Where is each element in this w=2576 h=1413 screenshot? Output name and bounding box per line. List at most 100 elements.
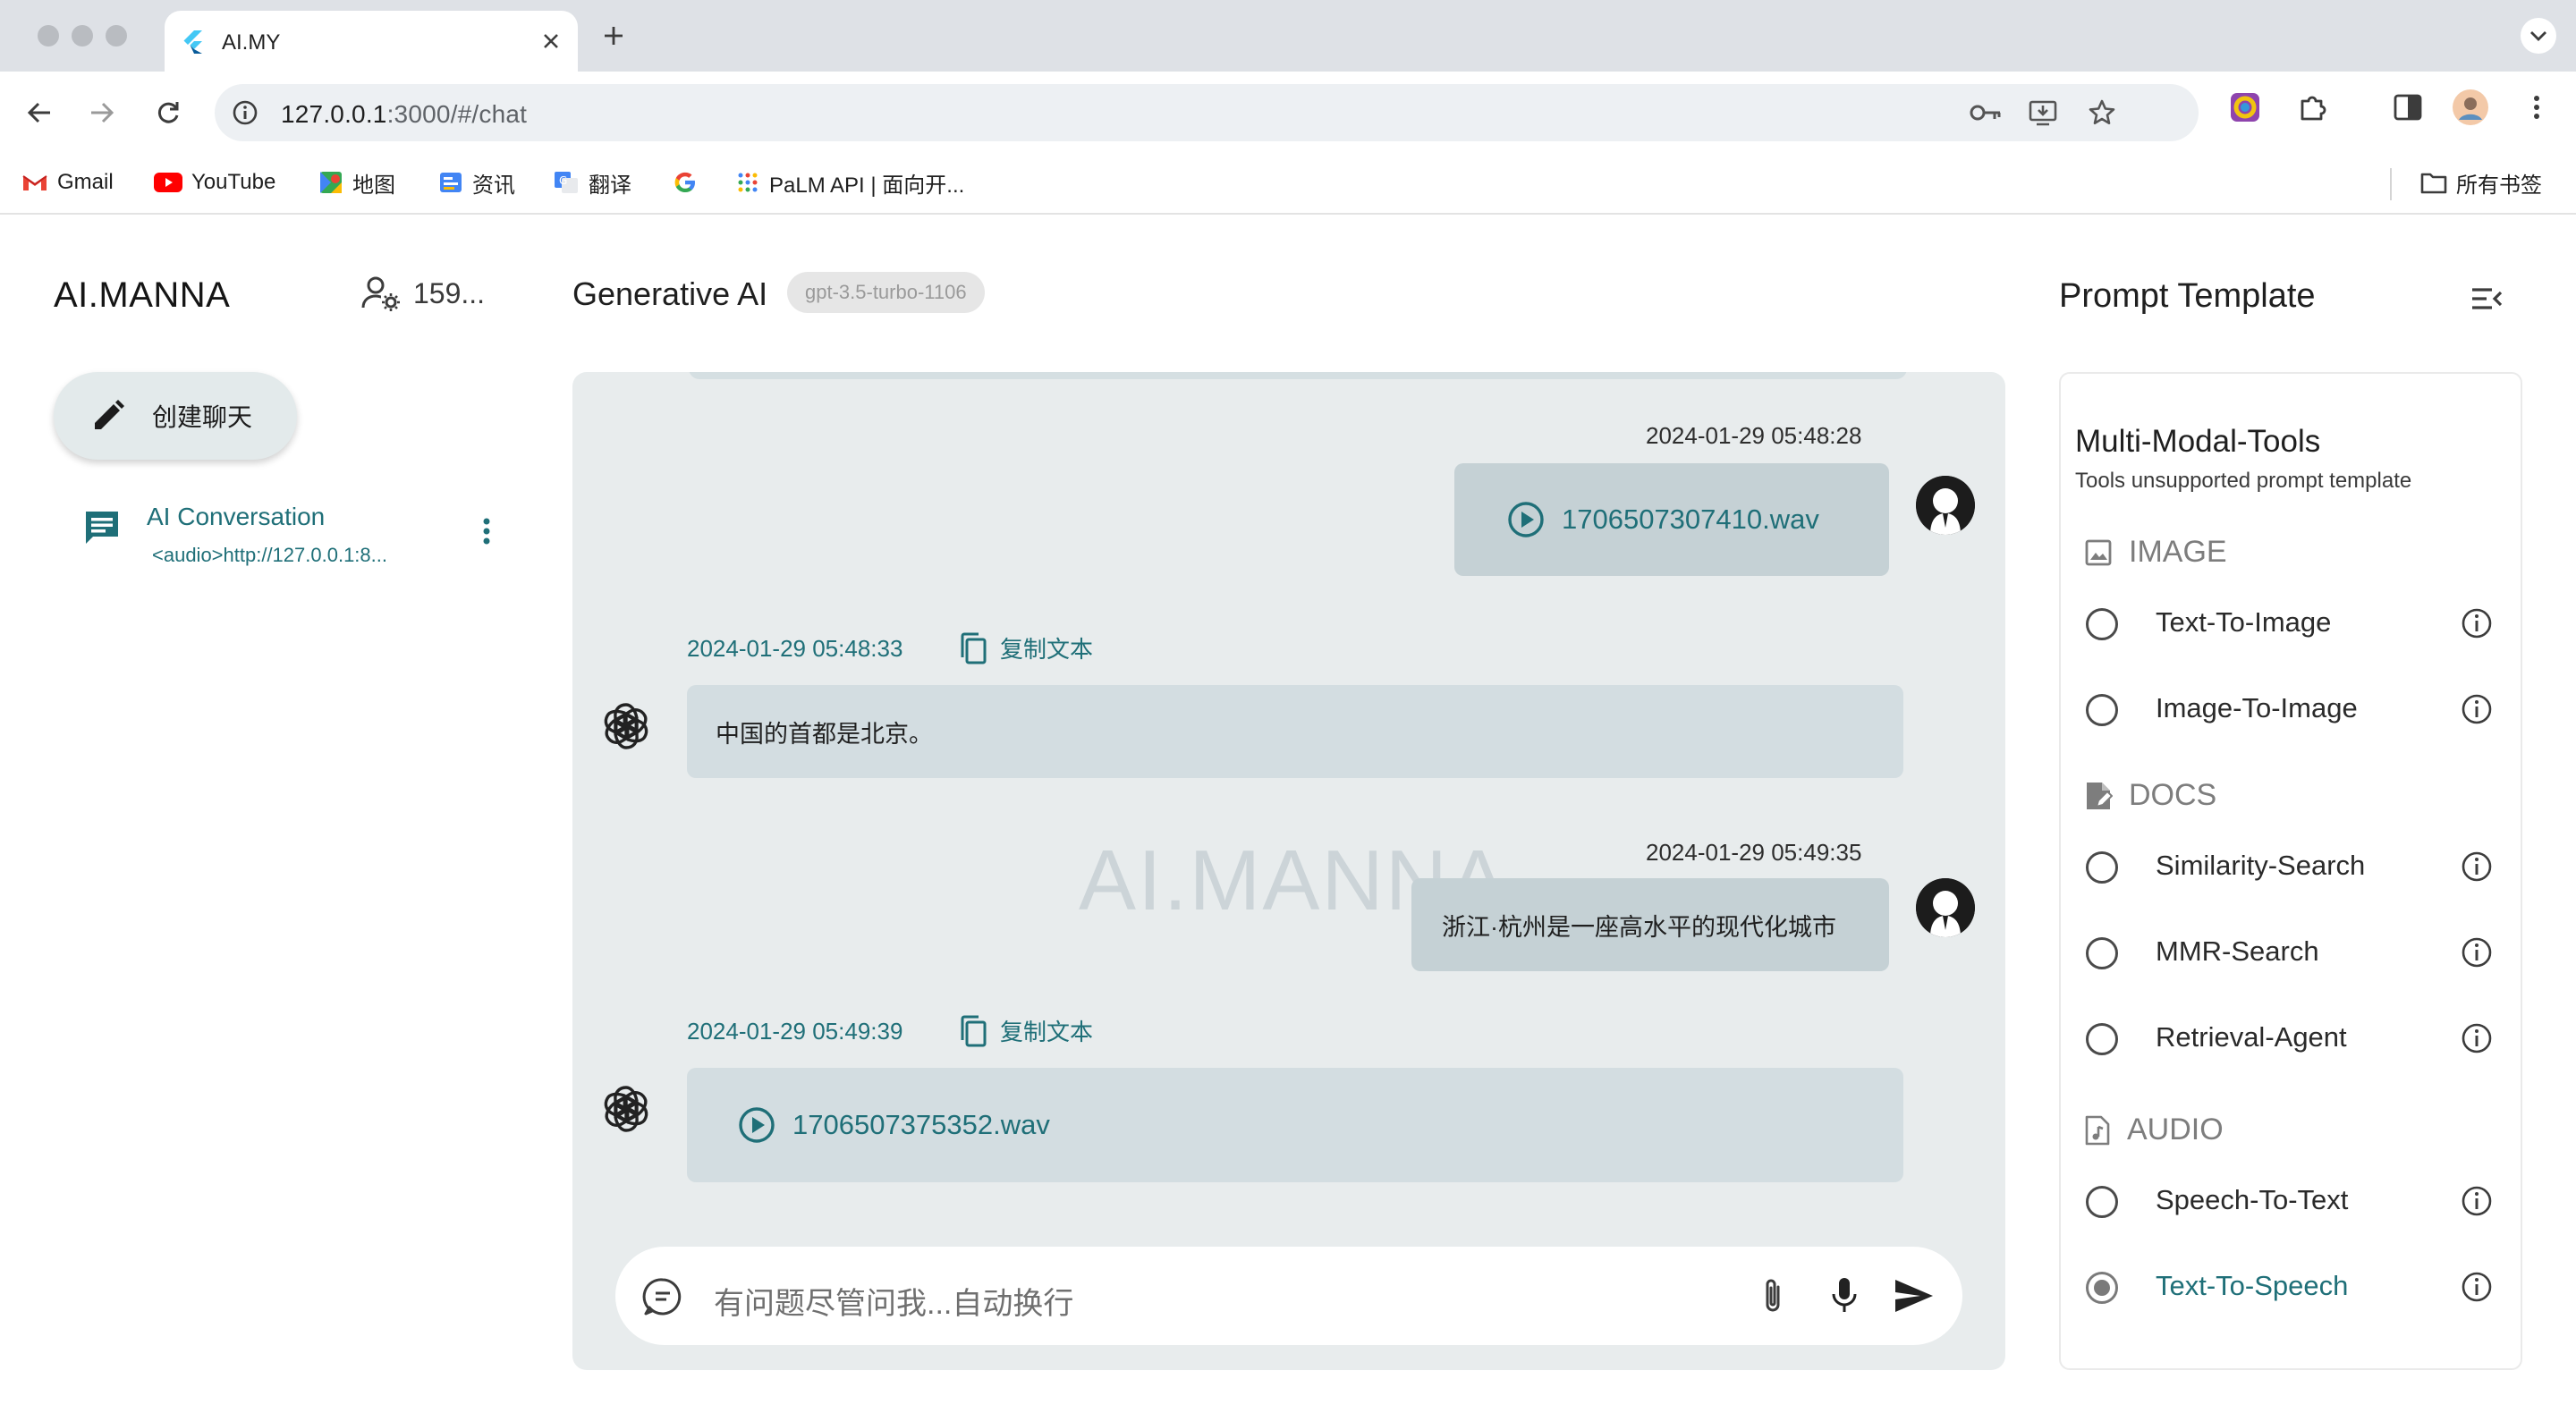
create-chat-label: 创建聊天 <box>152 403 253 431</box>
radio-button[interactable] <box>2086 608 2118 640</box>
user-avatar <box>1916 476 1975 535</box>
svg-text:G: G <box>559 174 567 187</box>
radio-button[interactable] <box>2086 937 2118 969</box>
app-root: AI.MANNA 159... 创建聊天 AI Conversation <au… <box>0 216 2576 1413</box>
tools-card-subtitle: Tools unsupported prompt template <box>2075 469 2412 493</box>
tool-option-similarity-search[interactable]: Similarity-Search <box>2079 837 2499 894</box>
radio-button[interactable] <box>2086 1023 2118 1055</box>
side-panel-icon[interactable] <box>2390 89 2426 125</box>
audio-play-link[interactable]: 1706507307410.wav <box>1506 500 1819 539</box>
send-icon[interactable] <box>1893 1274 1936 1317</box>
info-icon[interactable] <box>2460 850 2494 884</box>
audio-filename: 1706507375352.wav <box>792 1109 1050 1140</box>
tool-option-text-to-image[interactable]: Text-To-Image <box>2079 594 2499 651</box>
microphone-icon[interactable] <box>1823 1274 1866 1317</box>
extensions-puzzle-icon[interactable] <box>2295 89 2331 125</box>
message-timestamp: 2024-01-29 05:49:39 <box>687 1018 903 1045</box>
user-message-bubble: 1706507307410.wav <box>1454 463 1889 576</box>
bookmark-palm-api[interactable]: PaLM API | 面向开... <box>735 166 964 199</box>
news-icon <box>438 171 463 194</box>
chat-title: Generative AI <box>572 275 768 312</box>
model-badge: gpt-3.5-turbo-1106 <box>787 272 985 313</box>
bookmarks-separator <box>2390 168 2392 200</box>
bookmark-star-icon[interactable] <box>2086 97 2118 129</box>
image-icon <box>2084 538 2113 567</box>
conversation-item[interactable]: AI Conversation <audio>http://127.0.0.1:… <box>54 488 519 578</box>
browser-toolbar: 127.0.0.1:3000/#/chat <box>0 72 2576 154</box>
radio-button-selected[interactable] <box>2086 1272 2118 1304</box>
copy-icon <box>959 632 987 664</box>
translate-icon: G <box>553 170 580 195</box>
color-extension-icon[interactable] <box>2227 89 2263 125</box>
window-zoom-dot[interactable] <box>106 25 127 47</box>
tools-card-title: Multi-Modal-Tools <box>2075 424 2321 459</box>
create-chat-button[interactable]: 创建聊天 <box>54 372 297 460</box>
chat-panel: AI.MANNA 2024-01-29 05:48:28 17065073074… <box>572 372 2005 1370</box>
password-key-icon[interactable] <box>1970 97 2002 129</box>
tab-search-chevron-icon[interactable] <box>2521 18 2556 54</box>
attach-file-icon[interactable] <box>1751 1274 1794 1317</box>
info-icon[interactable] <box>2460 1021 2494 1055</box>
tab-close-icon[interactable] <box>537 27 565 55</box>
bookmark-google[interactable] <box>673 166 698 199</box>
section-image: IMAGE <box>2084 535 2227 570</box>
ai-message-bubble: 中国的首都是北京。 <box>687 685 1903 778</box>
folder-icon <box>2420 171 2447 194</box>
window-close-dot[interactable] <box>38 25 59 47</box>
copy-icon <box>959 1015 987 1047</box>
ai-avatar-icon <box>597 1080 655 1138</box>
conversation-more-icon[interactable] <box>469 513 504 549</box>
site-info-icon[interactable] <box>227 95 263 131</box>
reload-icon[interactable] <box>147 91 190 134</box>
message-input[interactable]: 有问题尽管问我...自动换行 <box>714 1279 1073 1323</box>
browser-menu-icon[interactable] <box>2519 89 2555 125</box>
copy-text-button[interactable]: 复制文本 <box>959 1014 1093 1047</box>
radio-button[interactable] <box>2086 694 2118 726</box>
close-panel-menu-icon[interactable] <box>2465 277 2508 320</box>
audio-filename: 1706507307410.wav <box>1562 503 1819 535</box>
bookmark-news[interactable]: 资讯 <box>438 166 515 199</box>
tab-title: AI.MY <box>222 30 281 55</box>
new-tab-icon[interactable] <box>597 20 630 52</box>
all-bookmarks-button[interactable]: 所有书签 <box>2420 166 2542 199</box>
bookmark-gmail[interactable]: Gmail <box>21 166 114 199</box>
info-icon[interactable] <box>2460 692 2494 726</box>
bookmark-translate[interactable]: G 翻译 <box>553 166 631 199</box>
user-count: 159... <box>413 276 486 309</box>
tool-option-image-to-image[interactable]: Image-To-Image <box>2079 680 2499 737</box>
install-app-icon[interactable] <box>2027 97 2059 129</box>
radio-button[interactable] <box>2086 851 2118 884</box>
radio-button[interactable] <box>2086 1186 2118 1218</box>
ai-message-bubble: 1706507375352.wav <box>687 1068 1903 1182</box>
bookmark-maps[interactable]: 地图 <box>318 166 395 199</box>
profile-avatar[interactable] <box>2453 89 2488 125</box>
info-icon[interactable] <box>2460 935 2494 969</box>
user-account[interactable]: 159... <box>361 275 485 311</box>
document-icon <box>2084 780 2113 812</box>
message-timestamp: 2024-01-29 05:49:35 <box>1646 839 1862 866</box>
audio-file-icon <box>2084 1114 2111 1146</box>
chat-bubble-icon <box>82 508 122 547</box>
tool-option-text-to-speech[interactable]: Text-To-Speech <box>2079 1257 2499 1315</box>
info-icon[interactable] <box>2460 1184 2494 1218</box>
back-arrow-icon[interactable] <box>18 91 61 134</box>
user-settings-icon <box>361 275 401 311</box>
tool-option-retrieval-agent[interactable]: Retrieval-Agent <box>2079 1009 2499 1066</box>
url-text: 127.0.0.1:3000/#/chat <box>281 100 528 128</box>
section-docs: DOCS <box>2084 778 2216 813</box>
window-minimize-dot[interactable] <box>72 25 93 47</box>
copy-text-button[interactable]: 复制文本 <box>959 631 1093 664</box>
audio-play-link[interactable]: 1706507375352.wav <box>737 1105 1050 1145</box>
address-bar[interactable]: 127.0.0.1:3000/#/chat <box>215 84 2199 141</box>
info-icon[interactable] <box>2460 606 2494 640</box>
user-message-bubble: 浙江·杭州是一座高水平的现代化城市 <box>1411 878 1889 971</box>
info-icon[interactable] <box>2460 1270 2494 1304</box>
browser-tab-active[interactable]: AI.MY <box>165 11 578 72</box>
palm-icon <box>735 170 760 195</box>
forward-arrow-icon[interactable] <box>80 91 123 134</box>
tool-option-mmr-search[interactable]: MMR-Search <box>2079 923 2499 980</box>
bookmark-youtube[interactable]: YouTube <box>154 166 275 199</box>
pencil-icon <box>91 399 125 433</box>
tool-option-speech-to-text[interactable]: Speech-To-Text <box>2079 1172 2499 1229</box>
message-input-bar[interactable]: 有问题尽管问我...自动换行 <box>615 1247 1962 1345</box>
